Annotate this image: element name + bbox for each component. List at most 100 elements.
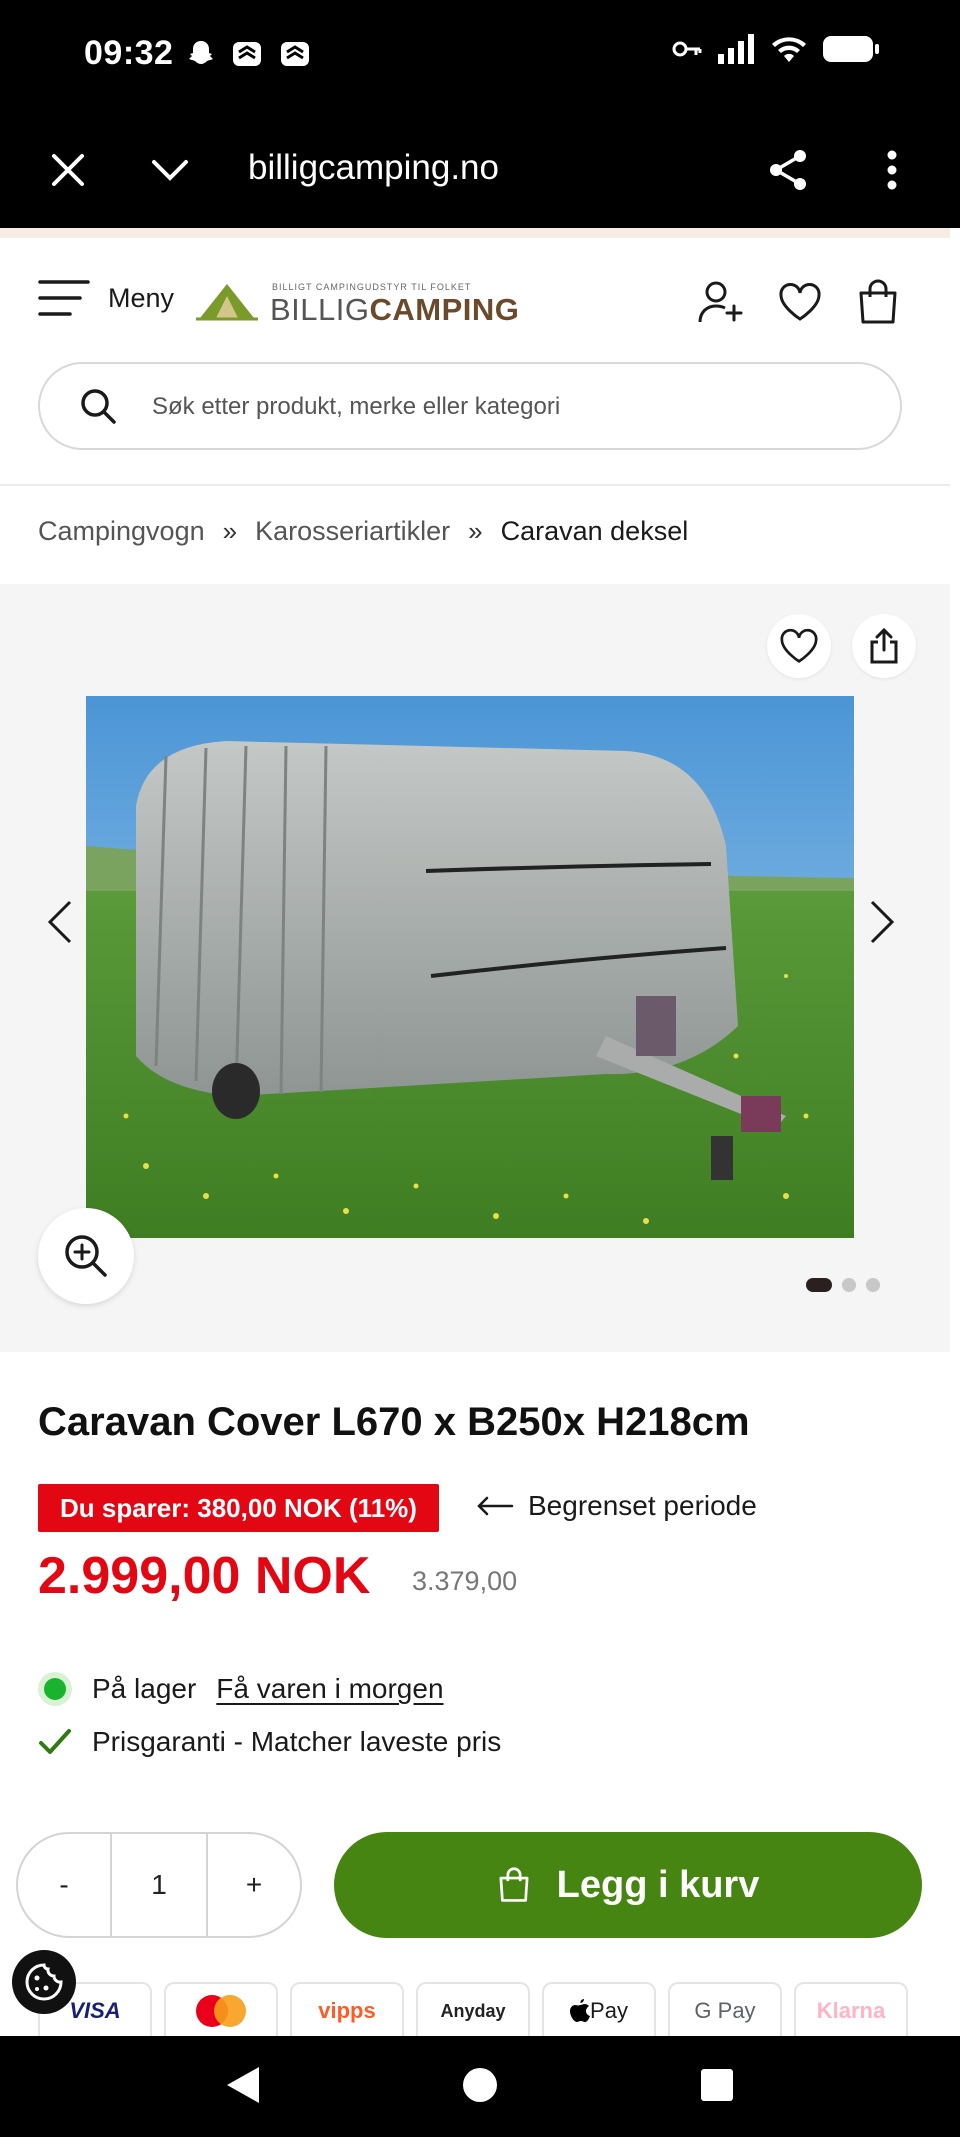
mastercard-icon bbox=[196, 1995, 246, 2027]
search-input[interactable] bbox=[152, 382, 852, 432]
limited-period-note: Begrenset periode bbox=[476, 1490, 757, 1522]
add-to-cart-button[interactable]: Legg i kurv bbox=[334, 1832, 922, 1938]
gallery-dot-active[interactable] bbox=[806, 1278, 832, 1292]
site-logo[interactable]: BILLIGT CAMPINGUDSTYR TIL FOLKET BILLIGC… bbox=[196, 278, 519, 327]
minimize-tab-button[interactable] bbox=[140, 140, 200, 200]
gallery-next-button[interactable] bbox=[862, 892, 902, 952]
chevron-right-icon bbox=[870, 900, 895, 944]
price-guarantee: Prisgaranti - Matcher laveste pris bbox=[38, 1726, 501, 1758]
recents-button[interactable] bbox=[692, 2060, 742, 2110]
battery-icon bbox=[823, 36, 879, 62]
search-bar[interactable] bbox=[38, 362, 902, 450]
share-icon bbox=[770, 150, 806, 190]
product-image[interactable] bbox=[86, 696, 854, 1238]
stock-label: På lager bbox=[92, 1673, 197, 1704]
quantity-stepper: - 1 + bbox=[16, 1832, 302, 1938]
back-triangle-icon bbox=[227, 2067, 259, 2103]
snapchat-icon bbox=[189, 41, 213, 64]
quantity-value[interactable]: 1 bbox=[110, 1834, 208, 1936]
product-gallery bbox=[0, 584, 950, 1352]
more-options-button[interactable] bbox=[862, 140, 922, 200]
shopping-bag-icon bbox=[859, 279, 897, 324]
chevron-left-icon bbox=[47, 900, 72, 944]
vipps-label: vipps bbox=[318, 1998, 376, 2023]
wifi-icon bbox=[772, 37, 806, 62]
klarna-logo: Klarna bbox=[794, 1982, 908, 2038]
google-pay-label: G Pay bbox=[694, 1998, 756, 2023]
breadcrumb-separator: » bbox=[468, 516, 483, 546]
breadcrumb-item-campingvogn[interactable]: Campingvogn bbox=[38, 516, 205, 547]
klarna-label: Klarna bbox=[816, 1998, 886, 2023]
gallery-dot[interactable] bbox=[866, 1278, 880, 1292]
more-vertical-icon bbox=[887, 150, 897, 190]
account-button[interactable] bbox=[692, 274, 748, 330]
clock: 09:32 bbox=[84, 34, 174, 72]
gallery-wishlist-button[interactable] bbox=[767, 614, 831, 678]
home-button[interactable] bbox=[455, 2060, 505, 2110]
zoom-in-icon bbox=[65, 1235, 107, 1277]
share-upload-icon bbox=[870, 628, 898, 664]
app-notification-icon bbox=[233, 42, 261, 66]
logo-word-billig: BILLIG bbox=[270, 292, 370, 327]
close-tab-button[interactable] bbox=[38, 140, 98, 200]
tent-logo-icon bbox=[196, 284, 258, 321]
url-bar[interactable]: billigcamping.no bbox=[248, 148, 499, 188]
heart-icon bbox=[780, 628, 818, 663]
increment-button[interactable]: + bbox=[208, 1834, 300, 1936]
menu-button[interactable]: Meny bbox=[38, 278, 174, 318]
chevron-down-icon bbox=[152, 160, 188, 181]
apple-pay-label: Pay bbox=[590, 1998, 628, 2023]
caravan-cover-photo bbox=[86, 696, 854, 1238]
payment-methods: VISA vipps Anyday Pay G Pay Klarna bbox=[38, 1982, 908, 2038]
app-notification-icon-2 bbox=[281, 42, 309, 66]
close-icon bbox=[52, 154, 84, 186]
site-header: Meny BILLIGT CAMPINGUDSTYR TIL FOLKET BI… bbox=[0, 238, 950, 358]
product-title: Caravan Cover L670 x B250x H218cm bbox=[38, 1400, 750, 1444]
page-top-strip bbox=[0, 228, 950, 238]
browser-toolbar: billigcamping.no bbox=[0, 110, 960, 228]
visa-label: VISA bbox=[69, 1998, 121, 2023]
wishlist-button[interactable] bbox=[772, 274, 828, 330]
heart-icon bbox=[779, 283, 821, 321]
savings-badge: Du sparer: 380,00 NOK (11%) bbox=[38, 1484, 439, 1532]
add-user-icon bbox=[698, 281, 743, 323]
breadcrumb-item-current: Caravan deksel bbox=[500, 516, 689, 546]
add-to-cart-label: Legg i kurv bbox=[556, 1863, 760, 1906]
back-button[interactable] bbox=[218, 2060, 268, 2110]
zoom-button[interactable] bbox=[38, 1208, 134, 1304]
stock-status: På lager Få varen i morgen bbox=[38, 1672, 444, 1706]
home-circle-icon bbox=[463, 2068, 497, 2102]
breadcrumb-item-karosseriartikler[interactable]: Karosseriartikler bbox=[255, 516, 450, 547]
cart-button[interactable] bbox=[850, 274, 906, 330]
shopping-bag-icon bbox=[499, 1867, 529, 1902]
share-button[interactable] bbox=[758, 140, 818, 200]
in-stock-indicator-icon bbox=[38, 1672, 72, 1706]
logo-wordmark: BILLIGCAMPING bbox=[270, 292, 519, 328]
apple-icon bbox=[570, 1999, 591, 2022]
vipps-logo: vipps bbox=[290, 1982, 404, 2038]
gallery-share-button[interactable] bbox=[852, 614, 916, 678]
cookie-settings-button[interactable] bbox=[12, 1950, 76, 2014]
breadcrumb: Campingvogn » Karosseriartikler » Carava… bbox=[38, 516, 688, 547]
logo-tagline: BILLIGT CAMPINGUDSTYR TIL FOLKET bbox=[272, 282, 472, 292]
signal-icon bbox=[718, 34, 754, 64]
recents-square-icon bbox=[701, 2069, 733, 2101]
header-divider bbox=[0, 484, 950, 486]
guarantee-label: Prisgaranti - Matcher laveste pris bbox=[92, 1726, 502, 1757]
anyday-logo: Anyday bbox=[416, 1982, 530, 2038]
search-icon bbox=[81, 389, 116, 424]
decrement-button[interactable]: - bbox=[18, 1834, 110, 1936]
gallery-dot[interactable] bbox=[842, 1278, 856, 1292]
breadcrumb-separator: » bbox=[222, 516, 238, 546]
menu-label: Meny bbox=[108, 282, 175, 313]
system-navigation-bar bbox=[0, 2036, 960, 2137]
gallery-pagination bbox=[806, 1278, 880, 1292]
delivery-link[interactable]: Få varen i morgen bbox=[216, 1673, 443, 1705]
gallery-prev-button[interactable] bbox=[40, 892, 80, 952]
original-price: 3.379,00 bbox=[412, 1566, 518, 1596]
status-bar: 09:32 bbox=[0, 0, 960, 110]
checkmark-icon bbox=[39, 1729, 71, 1754]
anyday-label: Anyday bbox=[440, 2000, 506, 2021]
cookie-icon bbox=[25, 1963, 63, 2001]
period-label: Begrenset periode bbox=[528, 1490, 757, 1521]
